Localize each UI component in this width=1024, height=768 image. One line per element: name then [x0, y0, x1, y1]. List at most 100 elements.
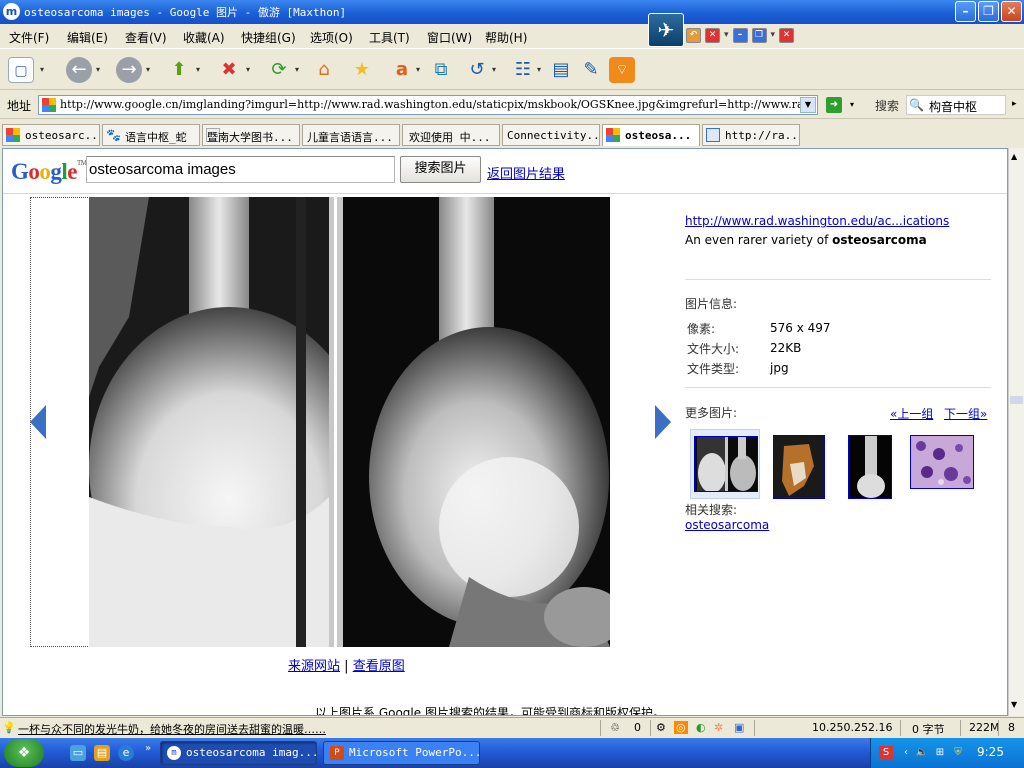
show-desktop-icon[interactable]: ▭: [70, 745, 86, 761]
menu-file[interactable]: 文件(F): [9, 29, 49, 46]
go-icon[interactable]: ➜: [826, 97, 842, 113]
source-url-link[interactable]: http://www.rad.washington.edu/ac...icati…: [685, 214, 949, 228]
dropdown-arrow-icon[interactable]: ▾: [246, 65, 250, 74]
search-input[interactable]: 🔍 构音中枢: [906, 95, 1006, 115]
task-powerpoint[interactable]: P Microsoft PowerPo...: [323, 741, 480, 765]
dropdown-arrow-icon[interactable]: ▾: [850, 100, 854, 109]
dropdown-arrow-icon[interactable]: ▾: [96, 65, 100, 74]
tray-expand-icon[interactable]: ‹: [899, 746, 913, 760]
open-external-icon[interactable]: ⧉: [428, 57, 454, 83]
thumbnail-selected[interactable]: [690, 429, 760, 499]
search-images-button[interactable]: 搜索图片: [400, 156, 481, 183]
flash-icon[interactable]: ✲: [714, 721, 723, 734]
back-to-results-link[interactable]: 返回图片结果: [487, 163, 565, 182]
source-site-link[interactable]: 来源网站: [288, 659, 340, 674]
magnifier-icon: 🔍: [909, 98, 924, 112]
translate-icon[interactable]: a: [389, 57, 415, 83]
maxthon-app-icon[interactable]: m: [3, 3, 20, 20]
tab-item[interactable]: 欢迎使用 中...: [402, 124, 500, 146]
tab-restore-icon[interactable]: ❐: [751, 28, 767, 43]
start-button[interactable]: ❖: [4, 739, 44, 767]
image-search-input[interactable]: osteosarcoma images: [86, 156, 395, 183]
address-dropdown-icon[interactable]: ▼: [800, 97, 816, 113]
xray-image[interactable]: [89, 197, 610, 647]
forward-icon[interactable]: →: [116, 57, 142, 83]
refresh-icon[interactable]: ⟳: [266, 57, 292, 83]
thumbnail[interactable]: [770, 429, 840, 499]
dropdown-arrow-icon[interactable]: ▾: [146, 65, 150, 74]
dropdown-arrow-icon[interactable]: ▾: [492, 65, 496, 74]
tab-item[interactable]: http://ra...: [702, 124, 800, 146]
close-button[interactable]: ✕: [1001, 1, 1022, 22]
google-logo[interactable]: GoogleTM: [11, 159, 87, 185]
sogou-icon[interactable]: S: [879, 746, 893, 760]
dropdown-arrow-icon[interactable]: ▾: [196, 65, 200, 74]
back-icon[interactable]: ←: [66, 57, 92, 83]
tab-item[interactable]: 儿童言语语言...: [302, 124, 400, 146]
dropdown-arrow-icon[interactable]: ▾: [416, 65, 420, 74]
restore-button[interactable]: ❐: [978, 1, 999, 22]
ie-icon[interactable]: e: [118, 745, 134, 761]
prev-image-arrow-icon[interactable]: [30, 405, 46, 439]
undo-icon[interactable]: ↺: [464, 57, 490, 83]
tab-close-icon[interactable]: ✕: [779, 28, 795, 43]
scroll-up-icon[interactable]: ▲: [1011, 152, 1017, 161]
edit-icon[interactable]: ✎: [578, 57, 604, 83]
menu-groups[interactable]: 快捷组(G): [241, 29, 296, 46]
screen-icon[interactable]: ▣: [734, 721, 744, 734]
rss-icon[interactable]: ⌔: [609, 57, 635, 83]
stop-icon[interactable]: ✖: [216, 57, 242, 83]
menu-view[interactable]: 查看(V): [125, 29, 167, 46]
settings-icon[interactable]: ☷: [510, 57, 536, 83]
dropdown-arrow-icon[interactable]: ▾: [295, 65, 299, 74]
tab-item[interactable]: osteosarc...: [2, 124, 100, 146]
quicklaunch-more-icon[interactable]: »: [140, 741, 156, 757]
favorites-icon[interactable]: ★: [349, 57, 375, 83]
address-input[interactable]: http://www.google.cn/imglanding?imgurl=h…: [38, 95, 818, 115]
minimize-button[interactable]: –: [955, 1, 976, 22]
tab-minimize-icon[interactable]: –: [732, 28, 748, 43]
menu-edit[interactable]: 编辑(E): [67, 29, 108, 46]
next-group-link[interactable]: 下一组»: [944, 405, 987, 422]
security-shield-icon[interactable]: ⛨: [951, 746, 965, 760]
menu-help[interactable]: 帮助(H): [485, 29, 527, 46]
dropdown-arrow-icon[interactable]: ▾: [537, 65, 541, 74]
chevron-right-icon[interactable]: ▸: [1012, 99, 1017, 109]
dropdown-arrow-icon[interactable]: ▾: [724, 28, 729, 43]
dropdown-arrow-icon[interactable]: ▾: [771, 28, 776, 43]
menu-window[interactable]: 窗口(W): [427, 29, 472, 46]
tab-item[interactable]: 🐾 语言中枢_蛇: [102, 124, 200, 146]
ad-filter-icon[interactable]: ◐: [696, 721, 706, 734]
speaker-icon[interactable]: 🔈: [915, 746, 929, 760]
home-icon[interactable]: ⌂: [311, 57, 337, 83]
prev-group-link[interactable]: «上一组: [890, 405, 933, 422]
network-icon[interactable]: ⚙: [656, 721, 666, 734]
view-original-link[interactable]: 查看原图: [353, 659, 405, 674]
tab-item[interactable]: Connectivity...: [502, 124, 600, 146]
undo-close-icon[interactable]: ↶: [686, 28, 701, 43]
up-icon[interactable]: ⬆: [166, 57, 192, 83]
scroll-down-icon[interactable]: ▼: [1011, 700, 1017, 709]
tab-item[interactable]: 暨南大学图书...: [202, 124, 300, 146]
explorer-icon[interactable]: ▤: [94, 745, 110, 761]
tab-item-active[interactable]: osteosa...: [602, 124, 700, 146]
network-tray-icon[interactable]: ⊞: [933, 746, 947, 760]
close-tab-icon[interactable]: ✕: [705, 28, 720, 43]
new-page-icon[interactable]: ▢: [8, 57, 34, 83]
next-image-arrow-icon[interactable]: [655, 405, 671, 439]
menu-tools[interactable]: 工具(T): [369, 29, 410, 46]
related-search-link[interactable]: osteosarcoma: [685, 518, 769, 532]
dropdown-arrow-icon[interactable]: ▾: [40, 65, 44, 74]
thumbnail[interactable]: [845, 429, 915, 499]
menu-options[interactable]: 选项(O): [310, 29, 353, 46]
menu-favorites[interactable]: 收藏(A): [183, 29, 225, 46]
status-message-link[interactable]: 一杯与众不同的发光牛奶，给她冬夜的房间送去甜蜜的温暖……: [18, 721, 326, 737]
popup-block-icon[interactable]: ◎: [674, 721, 688, 734]
vertical-scrollbar[interactable]: ▲ ▼: [1008, 148, 1024, 716]
recycle-icon[interactable]: ♲: [610, 721, 620, 734]
scroll-thumb[interactable]: [1010, 396, 1023, 404]
thumbnail[interactable]: [907, 429, 977, 499]
task-maxthon[interactable]: m osteosarcoma imag...: [160, 741, 317, 765]
info-value: jpg: [770, 361, 789, 375]
sidebar-icon[interactable]: ▤: [548, 57, 574, 83]
